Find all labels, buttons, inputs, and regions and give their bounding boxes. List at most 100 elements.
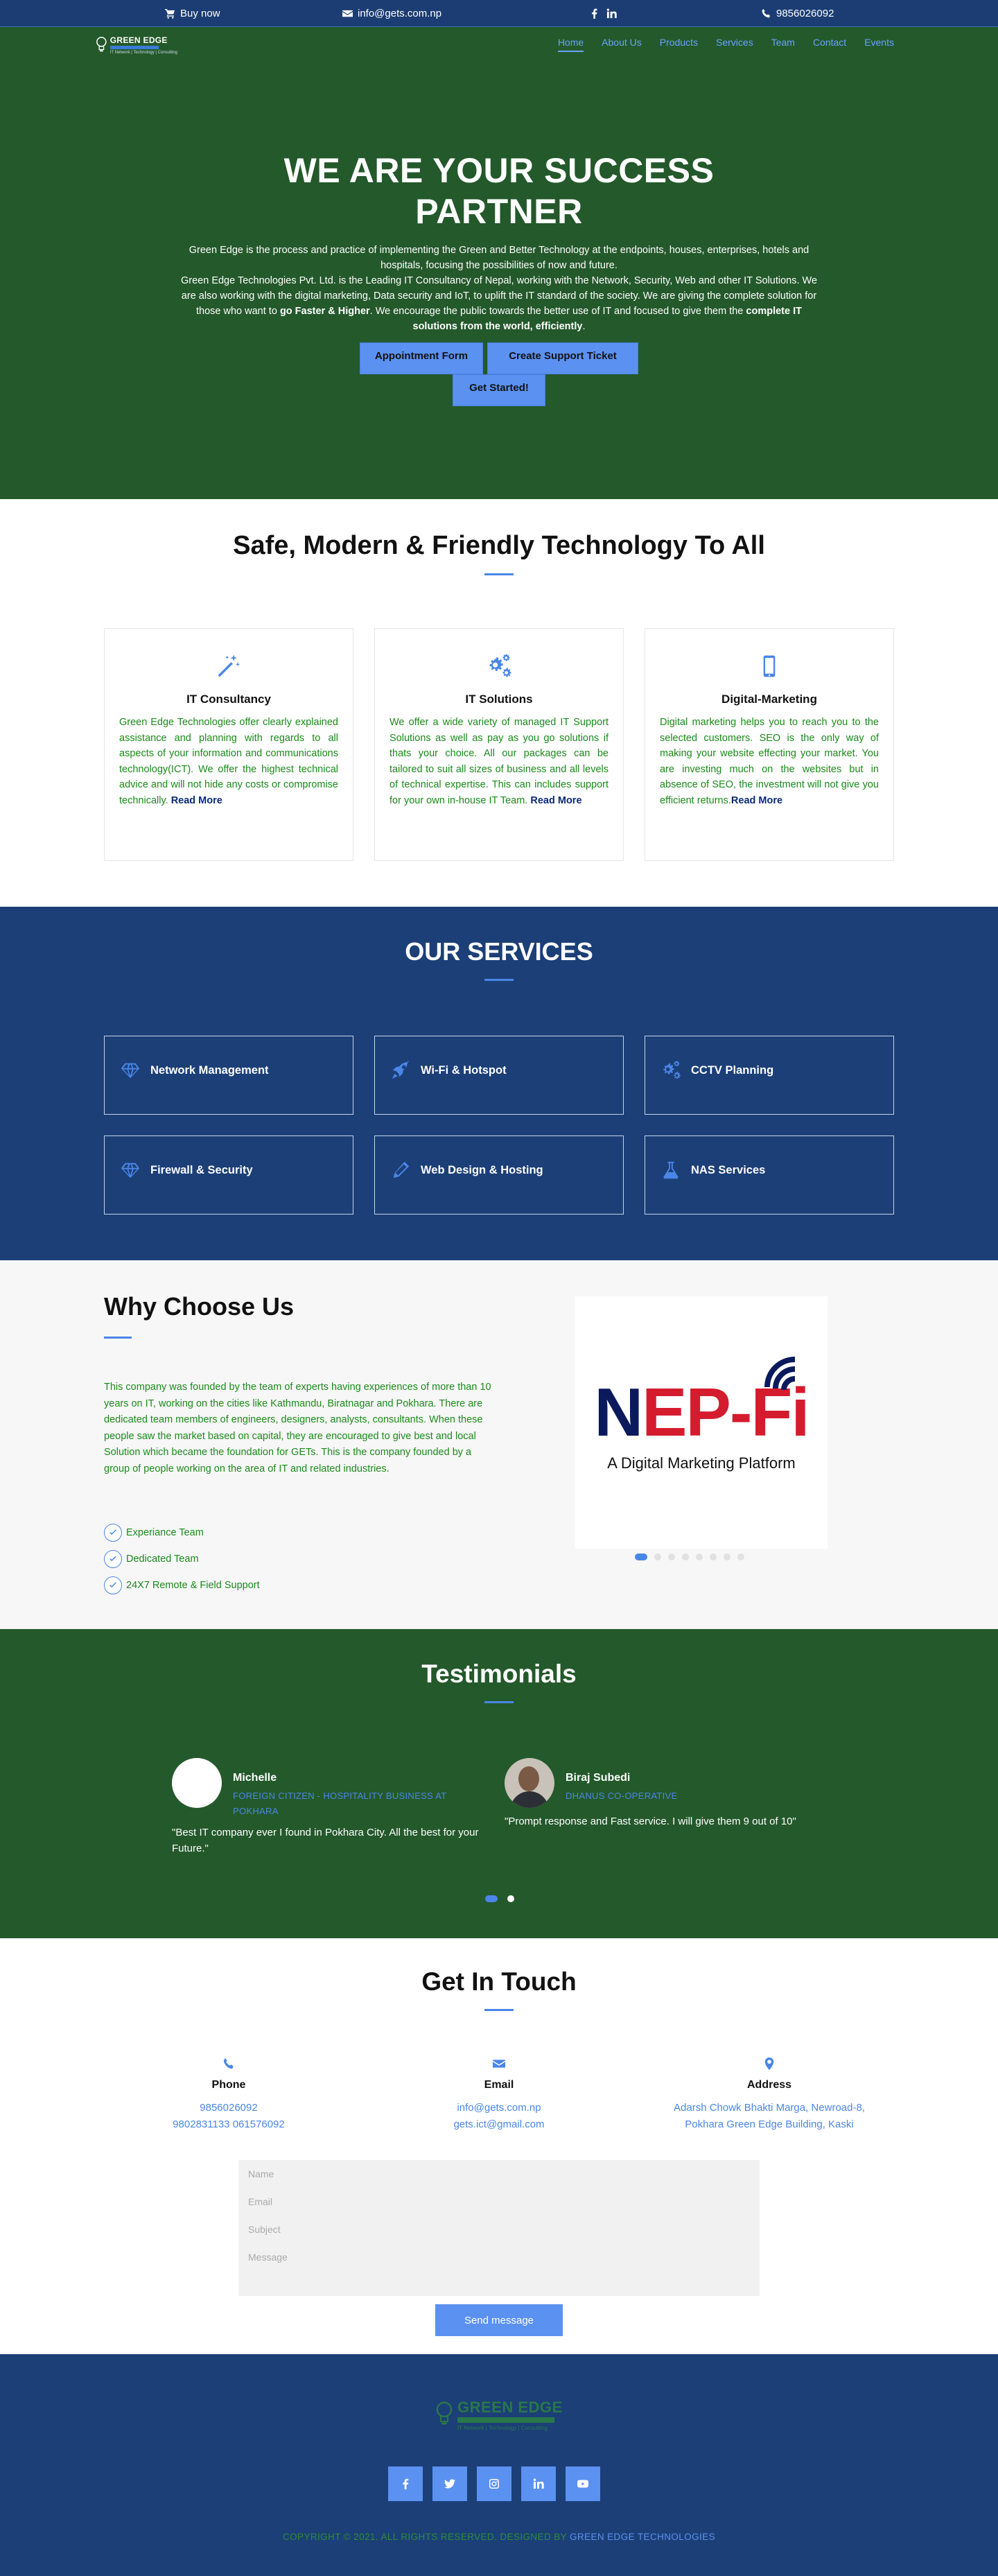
phone-link[interactable]: 9856026092 xyxy=(761,0,834,26)
nav-products[interactable]: Products xyxy=(660,37,698,52)
service-label: Wi-Fi & Hotspot xyxy=(421,1063,507,1077)
slider-dot[interactable] xyxy=(507,1895,514,1902)
facebook-button[interactable] xyxy=(388,2466,423,2501)
contact-form: Name Email Subject Message xyxy=(238,2160,760,2296)
twitter-button[interactable] xyxy=(432,2466,467,2501)
slider-dot-active[interactable] xyxy=(635,1554,647,1560)
slider-dot-active[interactable] xyxy=(485,1895,498,1902)
navbar: GREEN EDGE IT Network | Technology | Con… xyxy=(0,27,998,63)
card-text: Digital marketing helps you to reach you… xyxy=(660,715,879,808)
hero-description: Green Edge Technologies Pvt. Ltd. is the… xyxy=(173,273,825,334)
subject-field[interactable]: Subject xyxy=(248,2222,750,2250)
avatar xyxy=(172,1758,222,1808)
title-underline xyxy=(484,2009,514,2011)
technology-title: Safe, Modern & Friendly Technology To Al… xyxy=(233,531,765,560)
cart-icon xyxy=(165,8,175,19)
rocket-icon xyxy=(392,1060,410,1079)
why-choose-us-section: Why Choose Us This company was founded b… xyxy=(0,1260,998,1629)
testimonial-card: Michelle FOREIGN CITIZEN - HOSPITALITY B… xyxy=(172,1758,484,1856)
email-field[interactable]: Email xyxy=(248,2195,750,2222)
slider-dot[interactable] xyxy=(710,1554,717,1560)
buy-now-link[interactable]: Buy now xyxy=(165,0,220,26)
send-message-button[interactable]: Send message xyxy=(435,2304,563,2336)
slider-dot[interactable] xyxy=(696,1554,703,1560)
card-it-consultancy: IT Consultancy Green Edge Technologies o… xyxy=(104,628,353,861)
mobile-icon xyxy=(763,655,776,677)
message-field[interactable]: Message xyxy=(248,2250,750,2278)
read-more-link[interactable]: Read More xyxy=(171,795,222,806)
check-circle-icon xyxy=(104,1550,122,1568)
logo-tagline: IT Network | Technology | Consulting xyxy=(110,51,177,55)
hero-title: WE ARE YOUR SUCCESS PARTNER xyxy=(283,151,715,231)
contact-label: Email xyxy=(484,2079,514,2091)
why-point: Dedicated Team xyxy=(104,1546,260,1572)
footer-logo[interactable]: GREEN EDGE IT Network | Technology | Con… xyxy=(435,2389,563,2440)
read-more-link[interactable]: Read More xyxy=(530,795,581,806)
bulb-icon xyxy=(436,2401,453,2425)
testimonials-title: Testimonials xyxy=(421,1660,577,1688)
why-point-label: Dedicated Team xyxy=(126,1554,199,1565)
flask-icon xyxy=(663,1161,679,1179)
card-body: We offer a wide variety of managed IT Su… xyxy=(389,717,609,806)
slider-dot[interactable] xyxy=(668,1554,675,1560)
email-address[interactable]: info@gets.com.np xyxy=(374,2100,624,2116)
service-label: Network Management xyxy=(150,1063,269,1077)
designer-link[interactable]: GREEN EDGE TECHNOLOGIES xyxy=(570,2532,715,2542)
nepfi-slide-image: N E P-Fi A Digital Marketing Platform xyxy=(575,1296,828,1549)
magic-wand-icon xyxy=(218,654,240,677)
email-address[interactable]: gets.ict@gmail.com xyxy=(374,2116,624,2133)
phone-number[interactable]: 9856026092 xyxy=(104,2100,353,2116)
nav-home[interactable]: Home xyxy=(557,37,584,52)
email-link[interactable]: info@gets.com.np xyxy=(342,0,441,26)
service-nas[interactable]: NAS Services xyxy=(645,1135,894,1215)
youtube-button[interactable] xyxy=(566,2466,600,2501)
check-circle-icon xyxy=(104,1576,122,1594)
youtube-icon xyxy=(577,2480,588,2488)
service-firewall-security[interactable]: Firewall & Security xyxy=(104,1135,353,1215)
why-text: This company was founded by the team of … xyxy=(104,1382,491,1474)
footer-logo-tagline: IT Network | Technology | Consulting xyxy=(457,2424,548,2431)
copyright: COPYRIGHT © 2021. ALL RIGHTS RESERVED. D… xyxy=(0,2532,998,2542)
why-points: Experiance Team Dedicated Team 24X7 Remo… xyxy=(104,1520,260,1599)
hero-desc-highlight-1: go Faster & Higher xyxy=(279,306,370,317)
hero-intro: Green Edge is the process and practice o… xyxy=(189,245,809,271)
hero-start-wrap: Get Started! xyxy=(173,374,825,406)
testimonial-quote: "Best IT company ever I found in Pokhara… xyxy=(172,1827,479,1854)
linkedin-icon xyxy=(533,2478,544,2489)
phone-number[interactable]: 9802831133 061576092 xyxy=(104,2116,353,2133)
why-point-label: 24X7 Remote & Field Support xyxy=(126,1580,260,1591)
hero-desc-2: . We encourage the public towards the be… xyxy=(369,306,746,317)
service-web-design-hosting[interactable]: Web Design & Hosting xyxy=(374,1135,624,1215)
site-logo[interactable]: GREEN EDGE IT Network | Technology | Con… xyxy=(96,30,177,60)
read-more-link[interactable]: Read More xyxy=(731,795,782,806)
nav-contact[interactable]: Contact xyxy=(813,37,846,52)
nav-events[interactable]: Events xyxy=(864,37,894,52)
linkedin-button[interactable] xyxy=(521,2466,556,2501)
instagram-button[interactable] xyxy=(477,2466,511,2501)
get-started-button[interactable]: Get Started! xyxy=(453,374,545,406)
nav-team[interactable]: Team xyxy=(771,37,795,52)
service-cctv-planning[interactable]: CCTV Planning xyxy=(645,1036,894,1115)
service-wifi-hotspot[interactable]: Wi-Fi & Hotspot xyxy=(374,1036,624,1115)
slider-dot[interactable] xyxy=(724,1554,730,1560)
nav-services[interactable]: Services xyxy=(716,37,753,52)
slider-dot[interactable] xyxy=(737,1554,744,1560)
facebook-icon[interactable] xyxy=(589,8,599,19)
card-it-solutions: IT Solutions We offer a wide variety of … xyxy=(374,628,624,861)
nav-about[interactable]: About Us xyxy=(602,37,642,52)
technology-section: Safe, Modern & Friendly Technology To Al… xyxy=(0,499,998,907)
phone-label: 9856026092 xyxy=(776,7,834,19)
service-network-management[interactable]: Network Management xyxy=(104,1036,353,1115)
slider-dot[interactable] xyxy=(654,1554,661,1560)
testimonial-name: Biraj Subedi xyxy=(566,1772,631,1784)
testimonial-name: Michelle xyxy=(233,1772,277,1784)
name-field[interactable]: Name xyxy=(248,2167,750,2195)
contact-section: Get In Touch Phone 9856026092 9802831133 … xyxy=(0,1938,998,2354)
appointment-form-button[interactable]: Appointment Form xyxy=(360,342,483,374)
why-point: Experiance Team xyxy=(104,1520,260,1546)
slider-dot[interactable] xyxy=(682,1554,689,1560)
linkedin-icon[interactable] xyxy=(606,8,617,19)
support-ticket-button[interactable]: Create Support Ticket xyxy=(487,342,638,374)
card-digital-marketing: Digital-Marketing Digital marketing help… xyxy=(645,628,894,861)
title-underline xyxy=(104,1337,132,1339)
